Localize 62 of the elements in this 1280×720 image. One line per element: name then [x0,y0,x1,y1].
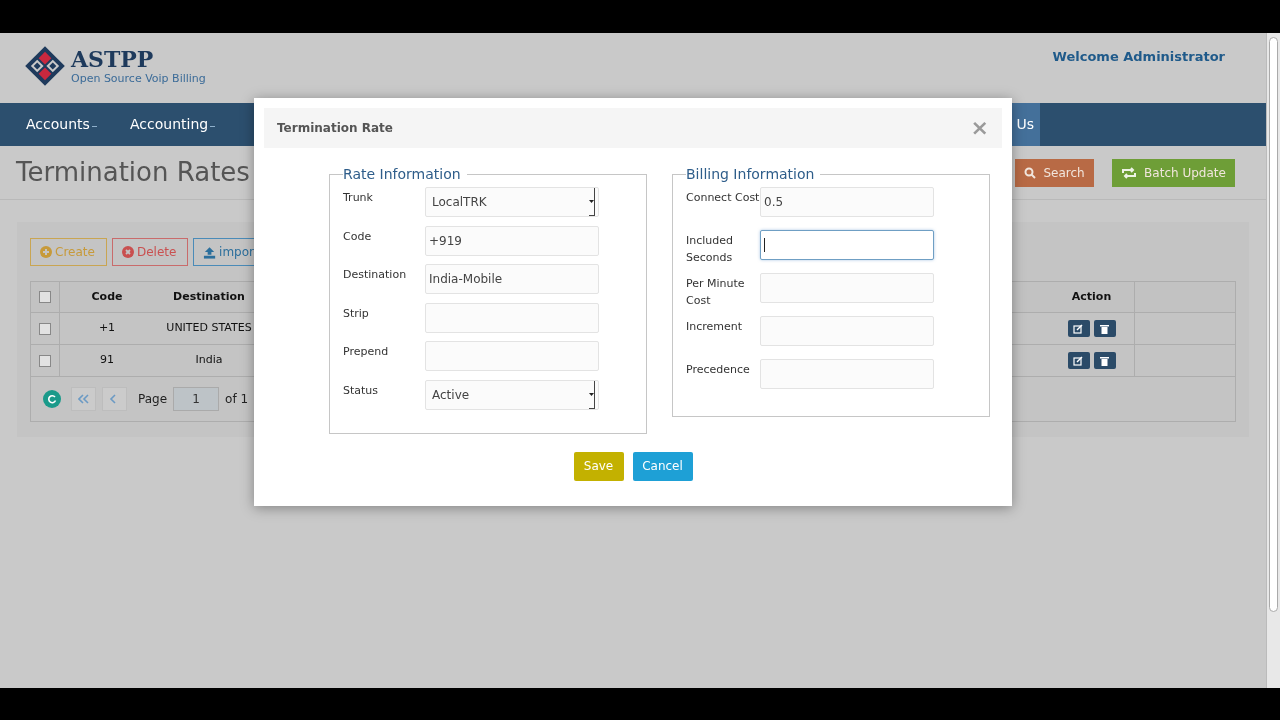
field-label: Connect Cost [686,190,760,206]
input-field[interactable]: +919 [425,225,599,256]
column-header: Destination [173,288,245,305]
page-field[interactable]: 1 [173,387,220,411]
page-label: Page [138,391,168,408]
remove-icon [122,246,134,258]
scrollbar[interactable] [1266,33,1280,688]
column-header: Code [91,288,123,305]
input-field[interactable] [760,230,934,260]
fieldset-legend: Billing Information [686,164,821,185]
upload-icon [203,245,217,259]
nav-item[interactable]: Accounts [26,103,130,146]
caret-icon [589,200,594,203]
modal-title: Termination Rate [277,120,393,137]
edit-button[interactable] [1067,320,1090,337]
column-header: Action [1071,288,1112,305]
page-title: Termination Rates [16,156,250,189]
edit-icon [1073,323,1084,334]
page-count: of 1 [225,391,249,408]
table-cell: +1 [98,320,116,337]
trash-icon [1100,323,1109,334]
first-page-button[interactable] [71,387,96,411]
logo-subtitle: Open Source Voip Billing [71,73,206,84]
select-field[interactable]: Active [425,379,599,410]
checkbox[interactable] [39,291,51,303]
search-button[interactable]: Search [1015,158,1094,187]
table-cell: 91 [100,352,114,369]
field-label: Destination [343,267,408,284]
trash-icon [1100,355,1109,366]
field-label: Included Seconds [686,233,735,266]
checkbox[interactable] [39,322,51,335]
previous-page-button[interactable] [102,387,127,411]
field-label: Status [343,382,380,399]
field-label: Increment [686,319,744,335]
cancel-button[interactable]: Cancel [632,451,693,481]
table-cell: UNITED STATES [166,320,252,337]
logo-title: ASTPP [71,48,155,70]
field-label: Precedence [686,362,751,378]
field-label: Code [343,228,373,245]
refresh-icon [47,394,57,404]
input-field[interactable]: India-Mobile [425,264,599,295]
edit-icon [1073,355,1084,366]
checkbox[interactable] [39,354,51,367]
field-label: Strip [343,305,370,322]
plus-icon [40,246,52,258]
input-field[interactable]: 0.5 [760,187,934,217]
welcome-text: Welcome Administrator [1052,48,1225,66]
search-icon [1024,166,1037,179]
repeat-icon [1121,166,1138,179]
fieldset-legend: Rate Information [343,164,467,185]
table-cell: India [195,352,223,369]
caret-icon [589,392,594,396]
refresh-button[interactable] [43,390,61,408]
nav-item[interactable]: Accounting [130,103,248,146]
field-label: Trunk [343,190,374,206]
double-chevron-left-icon [78,394,89,404]
delete-button[interactable] [1093,320,1116,337]
field-label: Per Minute Cost [686,276,746,309]
field-label: Prepend [343,344,390,361]
edit-button[interactable] [1067,352,1090,369]
delete-button[interactable] [1093,352,1116,369]
select-field[interactable]: LocalTRK [425,187,599,217]
